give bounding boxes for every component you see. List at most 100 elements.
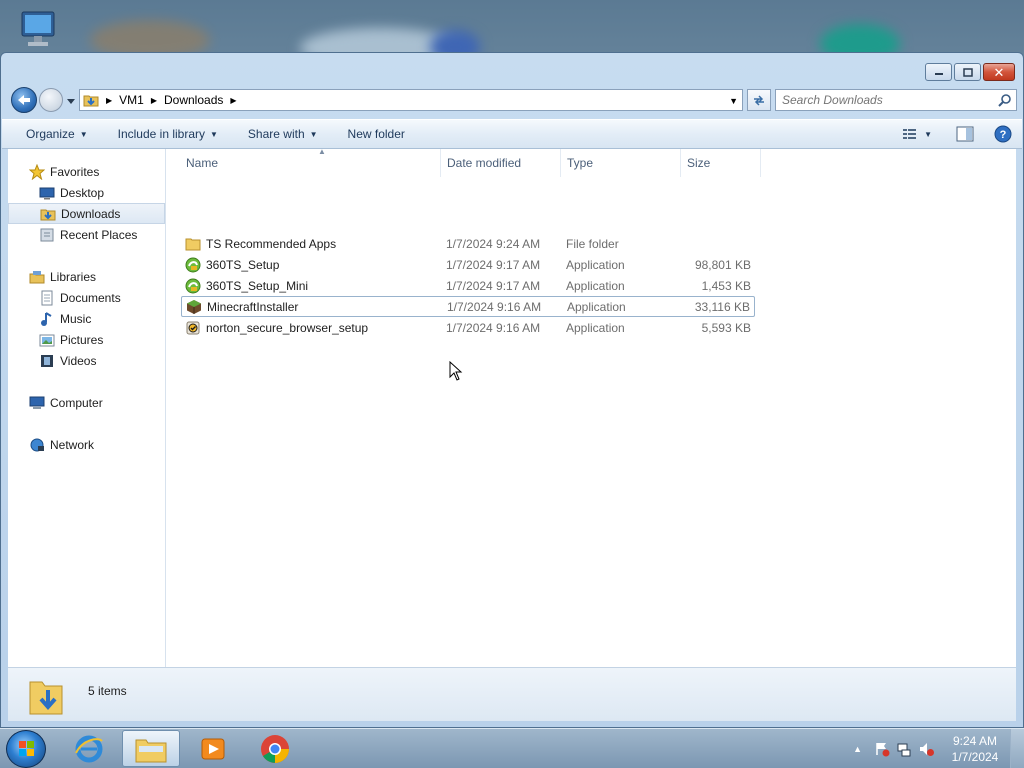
column-header-label: Date modified: [447, 156, 522, 170]
column-header-name[interactable]: Name ▲: [180, 147, 441, 177]
media-player-icon: [201, 738, 225, 759]
breadcrumb-separator[interactable]: ▶: [226, 96, 240, 105]
search-icon[interactable]: [998, 93, 1012, 107]
item-count: 5 items: [88, 684, 127, 698]
nav-favorites[interactable]: Favorites: [8, 161, 165, 182]
file-type: Application: [567, 299, 626, 314]
file-type: Application: [566, 257, 625, 272]
search-input[interactable]: [782, 93, 982, 107]
start-button[interactable]: [6, 730, 46, 768]
nav-label: Favorites: [50, 164, 100, 179]
nav-music[interactable]: Music: [8, 308, 165, 329]
downloads-folder-icon: [39, 206, 57, 222]
chevron-down-icon: ▼: [309, 129, 318, 139]
view-options-dropdown[interactable]: ▼: [924, 130, 932, 139]
column-header-date[interactable]: Date modified: [441, 149, 561, 177]
nav-downloads[interactable]: Downloads: [8, 203, 165, 224]
show-hidden-icons-icon[interactable]: ▲: [853, 744, 862, 754]
sort-ascending-icon: ▲: [318, 147, 326, 156]
breadcrumb-vm1[interactable]: VM1: [116, 90, 147, 110]
computer-desktop-icon[interactable]: [14, 8, 62, 52]
address-history-dropdown[interactable]: ▼: [729, 96, 738, 106]
recent-pages-dropdown[interactable]: [66, 95, 76, 105]
column-header-label: Size: [687, 156, 711, 170]
taskbar-windows-explorer[interactable]: [122, 730, 180, 767]
nav-libraries[interactable]: Libraries: [8, 266, 165, 287]
nav-network[interactable]: Network: [8, 434, 165, 455]
network-status-icon[interactable]: [896, 741, 912, 757]
column-header-label: Name: [186, 156, 219, 170]
column-header-type[interactable]: Type: [561, 149, 681, 177]
chevron-down-icon: [67, 99, 75, 104]
star-icon: [28, 163, 46, 180]
breadcrumb-separator[interactable]: ▶: [102, 96, 116, 105]
address-bar[interactable]: ▶ VM1 ▶ Downloads ▶ ▼: [79, 89, 743, 111]
share-with-button[interactable]: Share with ▼: [228, 120, 328, 148]
refresh-button[interactable]: [747, 89, 771, 111]
new-folder-label: New folder: [347, 127, 405, 141]
downloads-location-icon: [80, 90, 102, 110]
file-row[interactable]: norton_secure_browser_setup 1/7/2024 9:1…: [181, 317, 755, 338]
chevron-down-icon: ▼: [210, 129, 218, 139]
change-view-icon[interactable]: [902, 127, 918, 141]
close-icon: ✕: [993, 64, 1005, 80]
back-button[interactable]: [11, 87, 37, 113]
chrome-icon: [261, 734, 289, 763]
forward-button[interactable]: [39, 88, 63, 112]
column-header-label: Type: [567, 156, 594, 170]
nav-computer[interactable]: Computer: [8, 392, 165, 413]
caption-buttons: ✕: [925, 63, 1015, 81]
clock-time: 9:24 AM: [952, 734, 998, 748]
action-center-flag-icon[interactable]: [874, 741, 890, 757]
nav-label: Desktop: [60, 185, 105, 200]
navigation-bar: ▶ VM1 ▶ Downloads ▶ ▼: [9, 87, 1017, 113]
file-type: Application: [566, 278, 625, 293]
file-name: MinecraftInstaller: [207, 299, 299, 314]
include-in-library-button[interactable]: Include in library ▼: [98, 120, 228, 148]
file-row[interactable]: 360TS_Setup_Mini 1/7/2024 9:17 AM Applic…: [181, 275, 755, 296]
taskbar: ▲ 9:24 AM 1/7/2024: [0, 728, 1024, 768]
file-date: 1/7/2024 9:24 AM: [446, 236, 541, 251]
new-folder-button[interactable]: New folder: [328, 120, 415, 148]
nav-label: Videos: [60, 353, 97, 368]
maximize-button[interactable]: [954, 63, 981, 81]
taskbar-media-player[interactable]: [184, 730, 242, 767]
nav-recent-places[interactable]: Recent Places: [8, 224, 165, 245]
file-date: 1/7/2024 9:17 AM: [446, 278, 541, 293]
search-box[interactable]: [775, 89, 1017, 111]
file-date: 1/7/2024 9:16 AM: [447, 299, 542, 314]
computer-icon: [28, 395, 46, 411]
file-row[interactable]: MinecraftInstaller 1/7/2024 9:16 AM Appl…: [181, 296, 755, 317]
preview-pane-icon[interactable]: [956, 126, 974, 142]
file-name: TS Recommended Apps: [206, 236, 337, 251]
recent-places-icon: [38, 227, 56, 243]
nav-desktop[interactable]: Desktop: [8, 182, 165, 203]
file-name: 360TS_Setup: [206, 257, 280, 272]
pictures-icon: [38, 332, 56, 348]
file-row[interactable]: 360TS_Setup 1/7/2024 9:17 AM Application…: [181, 254, 755, 275]
taskbar-chrome[interactable]: [246, 730, 304, 767]
videos-icon: [38, 353, 56, 369]
taskbar-clock[interactable]: 9:24 AM 1/7/2024: [940, 733, 1010, 765]
file-row[interactable]: TS Recommended Apps 1/7/2024 9:24 AM Fil…: [181, 233, 755, 254]
nav-documents[interactable]: Documents: [8, 287, 165, 308]
minimize-button[interactable]: [925, 63, 952, 81]
help-icon[interactable]: ?: [994, 125, 1012, 143]
taskbar-internet-explorer[interactable]: [60, 730, 118, 767]
nav-pictures[interactable]: Pictures: [8, 329, 165, 350]
refresh-icon: [754, 95, 764, 106]
nav-videos[interactable]: Videos: [8, 350, 165, 371]
nav-label: Recent Places: [60, 227, 138, 242]
restore-icon: [962, 67, 973, 77]
explorer-window: ✕ ▶ VM1 ▶ Downloads ▶ ▼ Search Downloads…: [0, 52, 1024, 728]
breadcrumb-downloads[interactable]: Downloads: [161, 90, 226, 110]
navigation-pane: Favorites Desktop Downloads Recent Place…: [8, 149, 166, 667]
column-header-size[interactable]: Size: [681, 149, 761, 177]
show-desktop-button[interactable]: [1010, 729, 1024, 768]
breadcrumb-separator[interactable]: ▶: [147, 96, 161, 105]
organize-button[interactable]: Organize ▼: [2, 120, 98, 148]
close-button[interactable]: ✕: [983, 63, 1015, 81]
file-date: 1/7/2024 9:17 AM: [446, 257, 541, 272]
volume-muted-icon[interactable]: [918, 741, 934, 757]
nav-label: Network: [50, 437, 95, 452]
